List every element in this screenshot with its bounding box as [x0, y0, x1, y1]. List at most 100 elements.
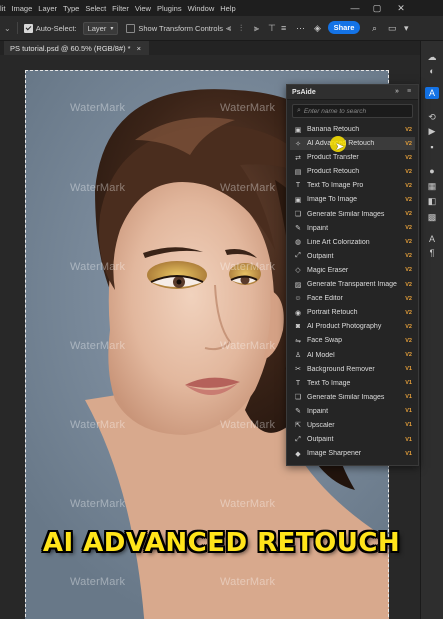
settings-icon[interactable]: ▾ [404, 22, 409, 34]
feature-item-label: AI Advanced Retouch [307, 140, 375, 148]
cursor-pointer-icon: ➤ [335, 141, 345, 153]
panel-menu-icon[interactable]: ≡ [407, 85, 411, 99]
feature-item[interactable]: ◇ Magic Eraser V2 [290, 264, 415, 277]
swatches-icon[interactable]: ▦ [425, 180, 439, 192]
feature-item[interactable]: T Text To Image V1 [290, 377, 415, 390]
version-badge: V2 [405, 309, 412, 316]
watermark-text: WaterMark [220, 261, 276, 273]
menu-plugins[interactable]: Plugins [154, 4, 185, 13]
feature-item-label: Background Remover [307, 365, 375, 373]
feature-item-label: Generate Similar Images [307, 393, 385, 401]
panel-title: PsAide [292, 88, 316, 96]
feature-item[interactable]: ▨ Generate Transparent Image V2 [290, 278, 415, 291]
separator [16, 22, 18, 34]
share-button[interactable]: Share [328, 21, 360, 34]
scissors-icon: ✂ [295, 366, 301, 374]
palette-icon: ◍ [294, 239, 302, 247]
menu-image[interactable]: Image [8, 4, 35, 13]
watermark-text: WaterMark [220, 340, 276, 352]
feature-item[interactable]: ⇱ Upscaler V1 [290, 419, 415, 432]
workspace-icon[interactable]: ▭ [388, 22, 397, 34]
maximize-icon[interactable]: ▢ [366, 0, 388, 16]
menu-bar: lit Image Layer Type Select Filter View … [0, 0, 443, 16]
move-tool-options-icon[interactable]: ⌄ [4, 24, 11, 33]
close-tab-icon[interactable]: × [137, 44, 141, 53]
minimize-icon[interactable]: — [344, 0, 366, 16]
feature-item-label: AI Model [307, 351, 335, 359]
panel-search-box[interactable]: ⌕ [292, 104, 413, 118]
feature-item[interactable]: ▤ Product Retouch V2 [290, 165, 415, 178]
feature-item[interactable]: ❏ Generate Similar Images V2 [290, 208, 415, 221]
more-options-icon[interactable]: ⋯ [296, 22, 305, 34]
feature-item[interactable]: ▣ Image To Image V2 [290, 193, 415, 206]
version-badge: V1 [405, 436, 412, 443]
feature-item[interactable]: ◆ Image Sharpener V1 [290, 447, 415, 460]
feature-list: ▣Banana RetouchV2✧AI Advanced RetouchV2⇄… [290, 123, 415, 461]
feature-item[interactable]: ◍ Line Art Colorization V2 [290, 236, 415, 249]
watermark-text: WaterMark [70, 498, 126, 510]
feature-item-label: Generate Similar Images [307, 210, 385, 218]
feature-item[interactable]: ⇄ Product Transfer V2 [290, 151, 415, 164]
comments-icon[interactable]: ▪ [425, 141, 439, 153]
menu-view[interactable]: View [132, 4, 154, 13]
document-tab[interactable]: PS tutorial.psd @ 60.5% (RGB/8#) * × [4, 41, 149, 55]
align-top-icon[interactable]: ⊤ [268, 22, 276, 34]
feature-item[interactable]: T Text To Image Pro V2 [290, 179, 415, 192]
menu-layer[interactable]: Layer [35, 4, 60, 13]
character-icon[interactable]: A [425, 233, 439, 245]
feature-item[interactable]: ✎ Inpaint V1 [290, 405, 415, 418]
version-badge: V2 [405, 337, 412, 344]
feature-item[interactable]: ♙ AI Model V2 [290, 349, 415, 362]
feature-item-label: Generate Transparent Image [307, 281, 397, 289]
feature-item[interactable]: ✂ Background Remover V1 [290, 363, 415, 376]
version-badge: V1 [405, 394, 412, 401]
psaide-plugin-icon[interactable]: A [425, 87, 439, 99]
menu-window[interactable]: Window [185, 4, 218, 13]
feature-item[interactable]: ❏ Generate Similar Images V1 [290, 391, 415, 404]
feature-item[interactable]: ◉ Portrait Retouch V2 [290, 306, 415, 319]
actions-icon[interactable]: ▶ [425, 125, 439, 137]
align-middle-icon[interactable]: ≡ [281, 22, 286, 34]
feature-item[interactable]: ✧ AI Advanced Retouch V2 [290, 137, 415, 151]
feature-item[interactable]: ✎ Inpaint V2 [290, 222, 415, 235]
feature-item[interactable]: ⤢ Outpaint V2 [290, 250, 415, 263]
3d-mode-icon[interactable]: ◈ [314, 22, 321, 34]
close-icon[interactable]: ✕ [390, 0, 412, 16]
auto-select-target-dropdown[interactable]: Layer ▾ [82, 21, 119, 35]
panel-search-input[interactable] [303, 107, 404, 115]
gradients-icon[interactable]: ◧ [425, 195, 439, 207]
align-left-icon[interactable]: ⫷ [226, 22, 231, 34]
search-icon[interactable]: ⌕ [372, 22, 377, 34]
feature-item[interactable]: ☺ Face Editor V2 [290, 292, 415, 305]
version-badge: V2 [405, 323, 412, 330]
menu-select[interactable]: Select [82, 4, 109, 13]
menu-edit[interactable]: lit [0, 4, 8, 13]
patterns-icon[interactable]: ▩ [425, 211, 439, 223]
feature-item-label: Image To Image [307, 196, 358, 204]
feature-item-label: AI Product Photography [307, 323, 382, 331]
feature-item-label: Text To Image Pro [307, 182, 364, 190]
align-center-icon[interactable]: ⫶ [240, 22, 242, 34]
image-icon: ▣ [294, 196, 302, 204]
paragraph-icon[interactable]: ¶ [425, 247, 439, 259]
collapse-icon[interactable]: » [395, 85, 399, 99]
feature-item[interactable]: ◙ AI Product Photography V2 [290, 320, 415, 333]
align-right-icon[interactable]: ⫸ [254, 22, 259, 34]
menu-help[interactable]: Help [217, 4, 238, 13]
color-icon[interactable]: ● [425, 165, 439, 177]
show-transform-checkbox[interactable] [126, 23, 136, 33]
history-icon[interactable]: ⟲ [425, 111, 439, 123]
properties-icon[interactable]: ☁ [425, 51, 439, 63]
version-badge: V2 [405, 239, 412, 246]
feature-item[interactable]: ⇋ Face Swap V2 [290, 334, 415, 347]
text-icon: T [295, 379, 301, 387]
adjustments-icon[interactable]: ◐ [425, 65, 439, 77]
auto-select-checkbox[interactable] [23, 23, 33, 33]
feature-item-label: Text To Image [307, 379, 351, 387]
feature-item[interactable]: ⤢ Outpaint V1 [290, 433, 415, 446]
feature-item[interactable]: ▣ Banana Retouch V2 [290, 123, 415, 136]
menu-type[interactable]: Type [60, 4, 82, 13]
watermark-text: WaterMark [70, 182, 126, 194]
menu-filter[interactable]: Filter [109, 4, 132, 13]
expand-icon: ⤢ [295, 252, 301, 260]
